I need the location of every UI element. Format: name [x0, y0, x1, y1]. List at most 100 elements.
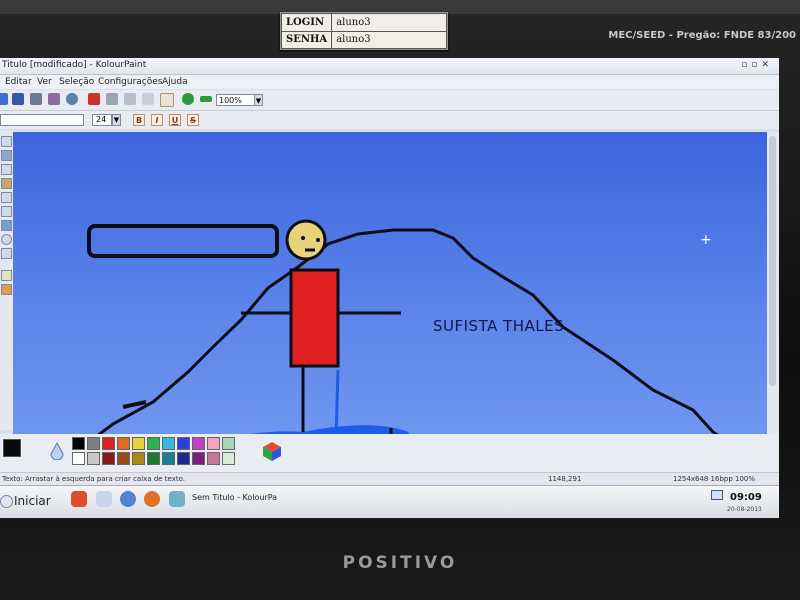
color-picker-tool-icon[interactable] [1, 284, 12, 295]
print-preview-icon[interactable] [48, 93, 60, 105]
mail-icon[interactable] [96, 491, 112, 507]
bold-button[interactable]: B [133, 114, 145, 126]
palette-swatch[interactable] [132, 437, 145, 450]
password-key: SENHA [280, 30, 333, 49]
undo-icon[interactable] [88, 93, 100, 105]
menu-selecao[interactable]: Seleção [59, 77, 94, 87]
palette-swatch[interactable] [102, 437, 115, 450]
pencil-tool-icon[interactable] [1, 164, 12, 175]
start-button[interactable]: Iniciar [0, 490, 51, 512]
palette-swatch[interactable] [72, 452, 85, 465]
menu-editar[interactable]: Editar [5, 77, 32, 87]
brush-tool-icon[interactable] [1, 178, 12, 189]
strikethrough-button[interactable]: S [187, 114, 199, 126]
palette-swatch[interactable] [87, 437, 100, 450]
spray-tool-icon[interactable] [1, 206, 12, 217]
clock-time[interactable]: 09:09 [730, 492, 762, 503]
launcher-app-icon[interactable] [71, 491, 87, 507]
mountain-line [97, 228, 720, 434]
internet-icon[interactable] [120, 491, 136, 507]
chevron-down-icon[interactable]: ▼ [254, 94, 263, 106]
taskbar-window-item[interactable]: Sem Titulo - KolourPa [192, 492, 302, 504]
current-colors[interactable] [3, 439, 27, 463]
firefox-icon[interactable] [144, 491, 160, 507]
palette-swatch[interactable] [177, 452, 190, 465]
palette-swatch[interactable] [162, 452, 175, 465]
print-icon[interactable] [30, 93, 42, 105]
crosshair-cursor-icon: + [700, 232, 712, 248]
drawing-canvas[interactable]: SUFISTA THALES + [13, 132, 767, 434]
login-sticker: LOGIN aluno3 SENHA aluno3 [280, 12, 448, 50]
italic-button[interactable]: I [151, 114, 163, 126]
palette-swatch[interactable] [207, 452, 220, 465]
palette-swatch[interactable] [177, 437, 190, 450]
tool-box [0, 130, 14, 430]
palette-swatch[interactable] [207, 437, 220, 450]
fill-tool-icon[interactable] [1, 270, 12, 281]
palette-swatch[interactable] [147, 452, 160, 465]
palette-swatch[interactable] [222, 437, 235, 450]
figure-eye [301, 236, 305, 240]
window-titlebar[interactable]: Titulo [modificado] - KolourPaint ▫▫✕ [0, 58, 779, 75]
vertical-scrollbar[interactable] [767, 132, 779, 434]
rectangle-tool-icon[interactable] [1, 220, 12, 231]
menu-ver[interactable]: Ver [37, 77, 52, 87]
palette-swatch[interactable] [222, 452, 235, 465]
font-family-select[interactable] [0, 114, 84, 126]
eraser-tool-icon[interactable] [1, 192, 12, 203]
curve-tool-icon[interactable] [1, 248, 12, 259]
chevron-down-icon[interactable]: ▼ [112, 114, 121, 126]
select-tool-icon[interactable] [1, 136, 12, 147]
palette-swatch[interactable] [147, 437, 160, 450]
zoom-out-icon[interactable] [200, 96, 212, 102]
redo-icon[interactable] [106, 93, 118, 105]
cut-icon[interactable] [124, 93, 136, 105]
palette-swatch[interactable] [192, 452, 205, 465]
scan-icon[interactable] [66, 93, 78, 105]
palette-swatch[interactable] [192, 437, 205, 450]
palette-swatch[interactable] [72, 437, 85, 450]
underline-button[interactable]: U [169, 114, 181, 126]
canvas-drawing [87, 219, 720, 434]
ellipse-tool-icon[interactable] [1, 234, 12, 245]
water-shadow [251, 425, 409, 434]
palette-swatch[interactable] [132, 452, 145, 465]
zoom-in-icon[interactable] [182, 93, 194, 105]
color-palette [72, 437, 240, 467]
palette-swatch[interactable] [87, 452, 100, 465]
paste-icon[interactable] [160, 93, 174, 107]
main-toolbar: 100% ▼ [0, 90, 779, 111]
color-similarity-icon[interactable] [48, 442, 66, 460]
palette-swatch[interactable] [162, 437, 175, 450]
copy-icon[interactable] [142, 93, 154, 105]
menu-ajuda[interactable]: Ajuda [162, 77, 188, 87]
clock-date: 20-08-2013 [727, 506, 762, 513]
font-size-select[interactable]: 24 [92, 114, 112, 126]
minimize-icon[interactable]: ▫ [741, 60, 751, 70]
palette-swatch[interactable] [117, 437, 130, 450]
palette-swatch[interactable] [102, 452, 115, 465]
monitor-tray-icon[interactable] [711, 490, 723, 500]
menu-configuracoes[interactable]: Configurações [98, 77, 162, 87]
save-icon[interactable] [12, 93, 24, 105]
new-icon[interactable] [0, 93, 8, 105]
figure-eye [316, 238, 320, 242]
palette-swatch[interactable] [117, 452, 130, 465]
window-title: Titulo [modificado] - KolourPaint [2, 60, 147, 70]
text-tool-icon[interactable] [1, 150, 12, 161]
status-info: 1254x648 16bpp 100% [673, 475, 756, 483]
login-value: aluno3 [331, 13, 447, 32]
figure-body [289, 268, 340, 368]
messenger-icon[interactable] [169, 491, 185, 507]
close-icon[interactable]: ✕ [761, 60, 773, 70]
login-key: LOGIN [280, 13, 333, 32]
scrollbar-thumb[interactable] [769, 136, 776, 386]
window-controls: ▫▫✕ [741, 60, 773, 70]
text-box-outline [87, 224, 279, 258]
monitor-bezel: LOGIN aluno3 SENHA aluno3 MEC/SEED - Pre… [0, 0, 800, 600]
screen: Titulo [modificado] - KolourPaint ▫▫✕ Ed… [0, 58, 779, 518]
foreground-color[interactable] [3, 439, 21, 457]
status-hint: Texto: Arrastar à esquerda para criar ca… [2, 475, 185, 483]
color-cube-icon[interactable] [261, 440, 283, 462]
maximize-icon[interactable]: ▫ [751, 60, 761, 70]
